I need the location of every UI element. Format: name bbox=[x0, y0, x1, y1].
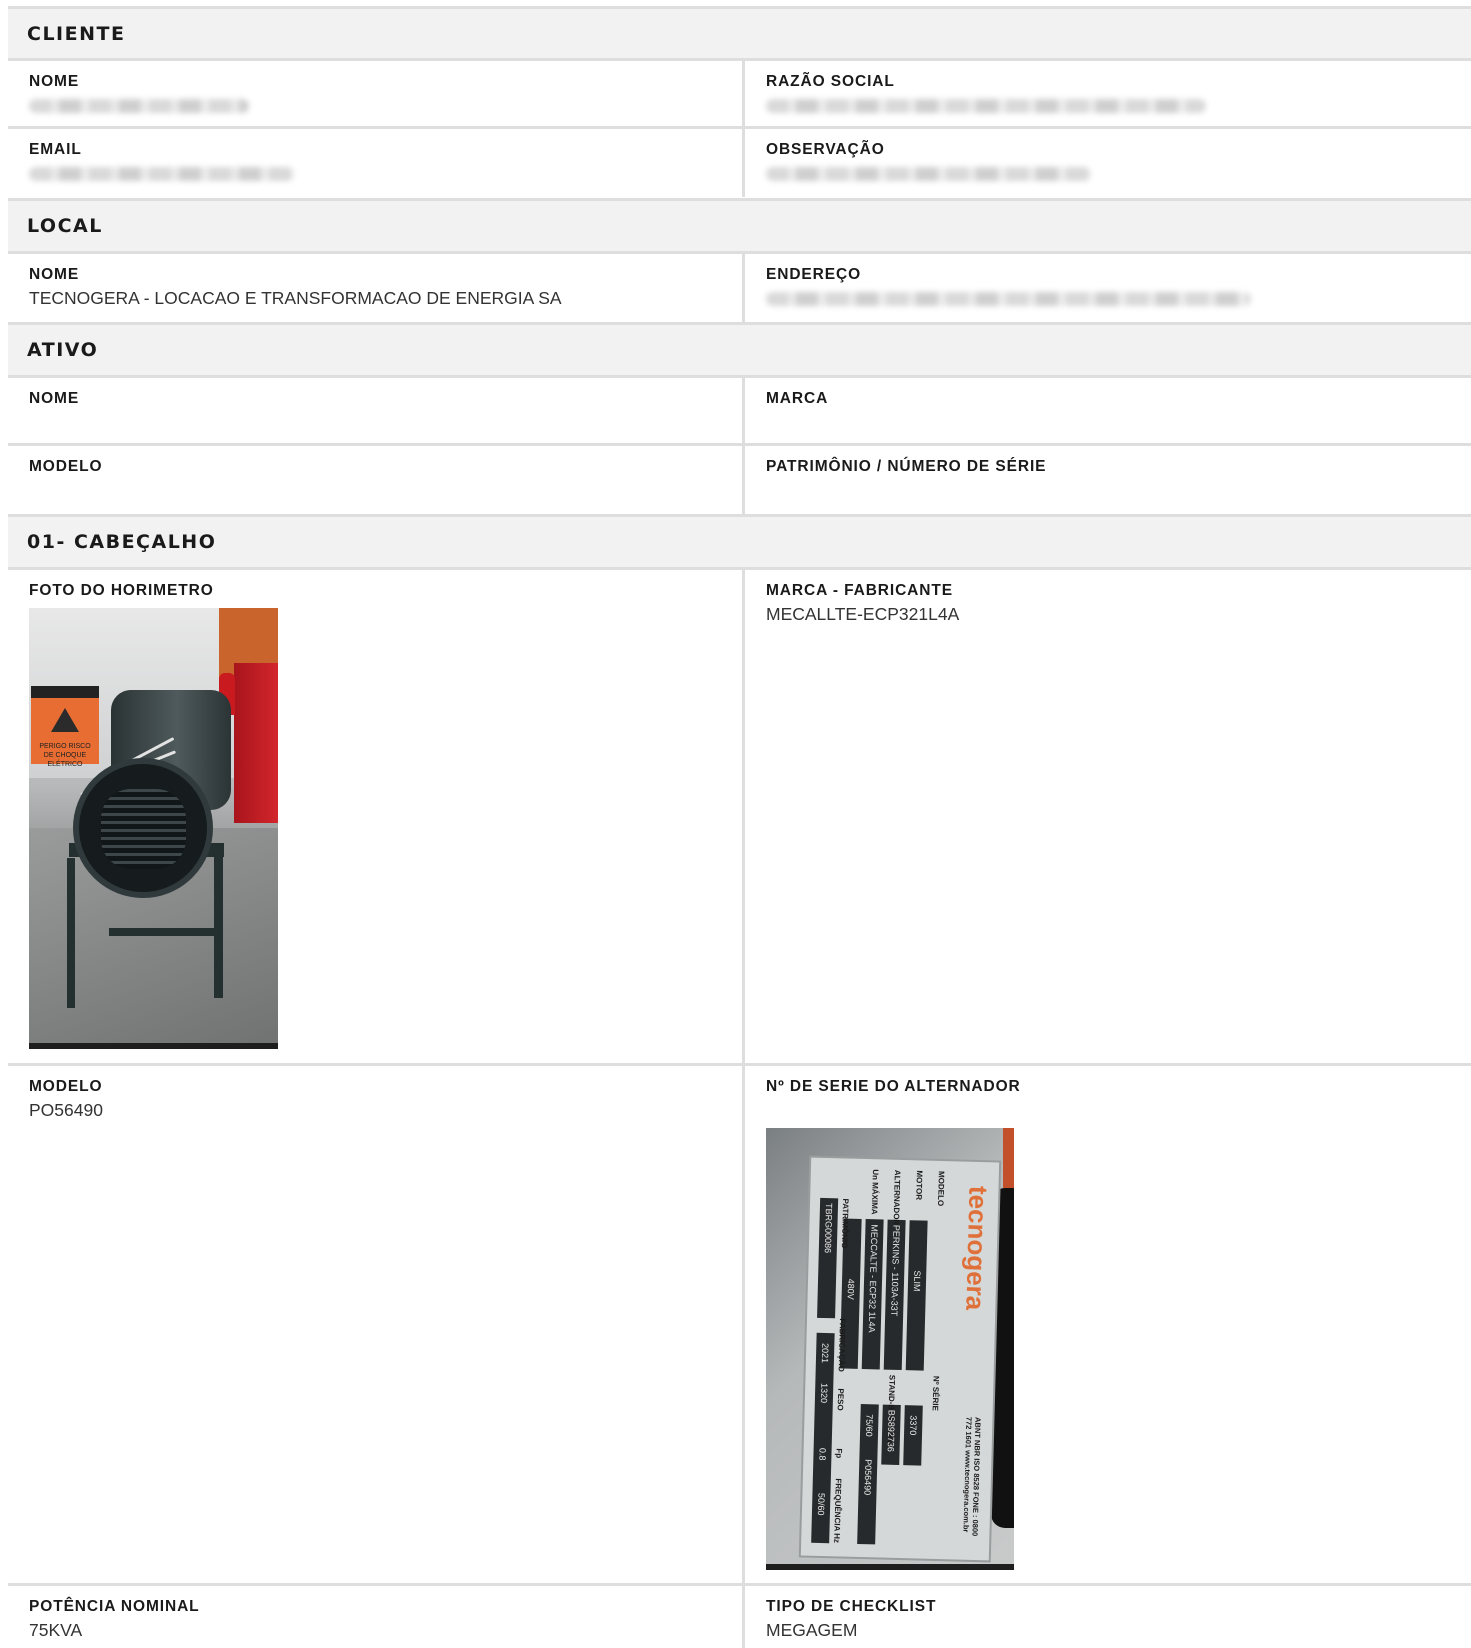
redacted-value bbox=[766, 292, 1251, 306]
ativo-nome-cell: NOME bbox=[8, 378, 745, 443]
sign-text: PERIGO RISCO DE CHOQUE ELÉTRICO bbox=[39, 743, 91, 768]
section-header-cliente: CLIENTE bbox=[8, 6, 1471, 61]
field-label: MODELO bbox=[29, 458, 103, 475]
cliente-nome-cell: NOME bbox=[8, 61, 745, 126]
serie-alternador-cell: Nº DE SERIE DO ALTERNADOR tecnogera MODE… bbox=[745, 1066, 1471, 1583]
field-label: RAZÃO SOCIAL bbox=[766, 73, 895, 90]
tipo-checklist-cell: TIPO DE CHECKLIST MEGAGEM bbox=[745, 1586, 1471, 1648]
plate-field: PESO bbox=[835, 1388, 846, 1411]
plate-field: MODELO bbox=[936, 1170, 946, 1207]
stand-bar bbox=[109, 928, 214, 936]
checklist-report: CLIENTE NOME RAZÃO SOCIAL EMAIL OBSERVAÇ… bbox=[0, 0, 1471, 1648]
plate-field: FABRICAÇÃO bbox=[836, 1318, 848, 1372]
section-title: LOCAL bbox=[27, 215, 103, 237]
cliente-row-2: EMAIL OBSERVAÇÃO bbox=[8, 129, 1471, 197]
field-label: MODELO bbox=[29, 1078, 103, 1095]
plate-value: P056490 bbox=[862, 1459, 874, 1496]
field-label: EMAIL bbox=[29, 141, 82, 158]
plate-field: PATRIMÔNIO bbox=[839, 1198, 851, 1249]
plate-value: 0.8 bbox=[817, 1447, 828, 1461]
plate-value: BS892736 bbox=[885, 1409, 897, 1452]
plate-contact: ABNT NBR ISO 8528 FONE : 0800 772 1601 w… bbox=[961, 1416, 983, 1537]
field-label: ENDEREÇO bbox=[766, 266, 862, 283]
potencia-cell: POTÊNCIA NOMINAL 75KVA bbox=[8, 1586, 745, 1648]
field-label: NOME bbox=[29, 266, 80, 283]
alternator-grill bbox=[101, 789, 186, 869]
ativo-marca-cell: MARCA bbox=[745, 378, 1471, 443]
photo-edge bbox=[1003, 1128, 1014, 1188]
cabecalho-row-1: FOTO DO HORIMETRO PERIGO RISCO DE CHOQUE… bbox=[8, 570, 1471, 1066]
alternator-face bbox=[73, 758, 213, 898]
plate-field: Nº SÉRIE bbox=[930, 1375, 941, 1411]
local-row: NOME TECNOGERA - LOCACAO E TRANSFORMACAO… bbox=[8, 254, 1471, 322]
redacted-value bbox=[29, 99, 249, 113]
field-label: Nº DE SERIE DO ALTERNADOR bbox=[766, 1078, 1021, 1095]
plate-value: 480V bbox=[845, 1278, 857, 1300]
section-title: 01- CABEÇALHO bbox=[27, 531, 217, 553]
warning-icon bbox=[51, 708, 79, 732]
field-label: PATRIMÔNIO / NÚMERO DE SÉRIE bbox=[766, 458, 1047, 475]
plate-value: 50/60 bbox=[815, 1492, 827, 1516]
cliente-email-cell: EMAIL bbox=[8, 129, 745, 197]
section-header-local: LOCAL bbox=[8, 198, 1471, 254]
plate-field: Un MÁXIMA bbox=[869, 1169, 880, 1215]
cliente-observacao-cell: OBSERVAÇÃO bbox=[745, 129, 1471, 197]
cabecalho-row-3: POTÊNCIA NOMINAL 75KVA TIPO DE CHECKLIST… bbox=[8, 1586, 1471, 1648]
section-header-cabecalho: 01- CABEÇALHO bbox=[8, 514, 1471, 570]
plate-field: MOTOR bbox=[914, 1170, 924, 1201]
stand-leg bbox=[67, 858, 75, 1008]
section-header-ativo: ATIVO bbox=[8, 322, 1471, 378]
plate-value: 75/60 bbox=[863, 1414, 875, 1437]
redacted-value bbox=[766, 99, 1206, 113]
field-label: OBSERVAÇÃO bbox=[766, 141, 885, 158]
plate-value: 2021 bbox=[819, 1342, 831, 1364]
nameplate-photo[interactable]: tecnogera MODELO MOTOR ALTERNADOR Un MÁX… bbox=[766, 1128, 1014, 1570]
plate-value: SLIM bbox=[911, 1270, 923, 1292]
field-value: 75KVA bbox=[29, 1620, 83, 1640]
plate-value: TBRG00086 bbox=[822, 1202, 835, 1254]
photo-stamp bbox=[766, 1564, 1014, 1570]
ativo-row-1: NOME MARCA bbox=[8, 378, 1471, 446]
field-label: TIPO DE CHECKLIST bbox=[766, 1598, 937, 1615]
field-value: MEGAGEM bbox=[766, 1620, 858, 1640]
plate-field: Fp bbox=[834, 1448, 844, 1459]
field-value: PO56490 bbox=[29, 1100, 103, 1120]
horimetro-photo[interactable]: PERIGO RISCO DE CHOQUE ELÉTRICO bbox=[29, 608, 278, 1049]
marca-fabricante-cell: MARCA - FABRICANTE MECALLTE-ECP321L4A bbox=[745, 570, 1471, 1063]
field-label: MARCA bbox=[766, 390, 829, 407]
brand-logo: tecnogera bbox=[960, 1185, 994, 1311]
ativo-modelo-cell: MODELO bbox=[8, 446, 745, 514]
danger-sign: PERIGO RISCO DE CHOQUE ELÉTRICO bbox=[31, 686, 99, 768]
redacted-value bbox=[29, 167, 294, 181]
modelo-cell: MODELO PO56490 bbox=[8, 1066, 745, 1583]
cabecalho-row-2: MODELO PO56490 Nº DE SERIE DO ALTERNADOR… bbox=[8, 1066, 1471, 1586]
plate-value: 1320 bbox=[818, 1382, 830, 1404]
ativo-row-2: MODELO PATRIMÔNIO / NÚMERO DE SÉRIE bbox=[8, 446, 1471, 514]
plate-field: FREQUÊNCIA Hz bbox=[832, 1478, 843, 1544]
photo-stamp bbox=[29, 1043, 278, 1049]
field-label: NOME bbox=[29, 73, 80, 90]
photo-cabinet bbox=[234, 663, 278, 823]
stand-leg bbox=[214, 848, 223, 998]
ativo-patrimonio-cell: PATRIMÔNIO / NÚMERO DE SÉRIE bbox=[745, 446, 1471, 514]
nameplate: tecnogera MODELO MOTOR ALTERNADOR Un MÁX… bbox=[800, 1157, 1000, 1561]
local-endereco-cell: ENDEREÇO bbox=[745, 254, 1471, 322]
plate-field: ALTERNADOR bbox=[891, 1169, 902, 1226]
plate-band bbox=[905, 1220, 928, 1371]
field-label: POTÊNCIA NOMINAL bbox=[29, 1598, 200, 1615]
local-nome-cell: NOME TECNOGERA - LOCACAO E TRANSFORMACAO… bbox=[8, 254, 745, 322]
field-value: TECNOGERA - LOCACAO E TRANSFORMACAO DE E… bbox=[29, 288, 562, 308]
foto-horimetro-cell: FOTO DO HORIMETRO PERIGO RISCO DE CHOQUE… bbox=[8, 570, 745, 1063]
field-label: FOTO DO HORIMETRO bbox=[29, 582, 214, 599]
redacted-value bbox=[766, 167, 1091, 181]
cliente-row-1: NOME RAZÃO SOCIAL bbox=[8, 61, 1471, 129]
field-value: MECALLTE-ECP321L4A bbox=[766, 604, 960, 624]
field-label: NOME bbox=[29, 390, 80, 407]
section-title: ATIVO bbox=[27, 339, 99, 361]
cliente-razao-cell: RAZÃO SOCIAL bbox=[745, 61, 1471, 126]
plate-value: 3370 bbox=[908, 1415, 919, 1436]
section-title: CLIENTE bbox=[27, 22, 126, 45]
field-label: MARCA - FABRICANTE bbox=[766, 582, 953, 599]
